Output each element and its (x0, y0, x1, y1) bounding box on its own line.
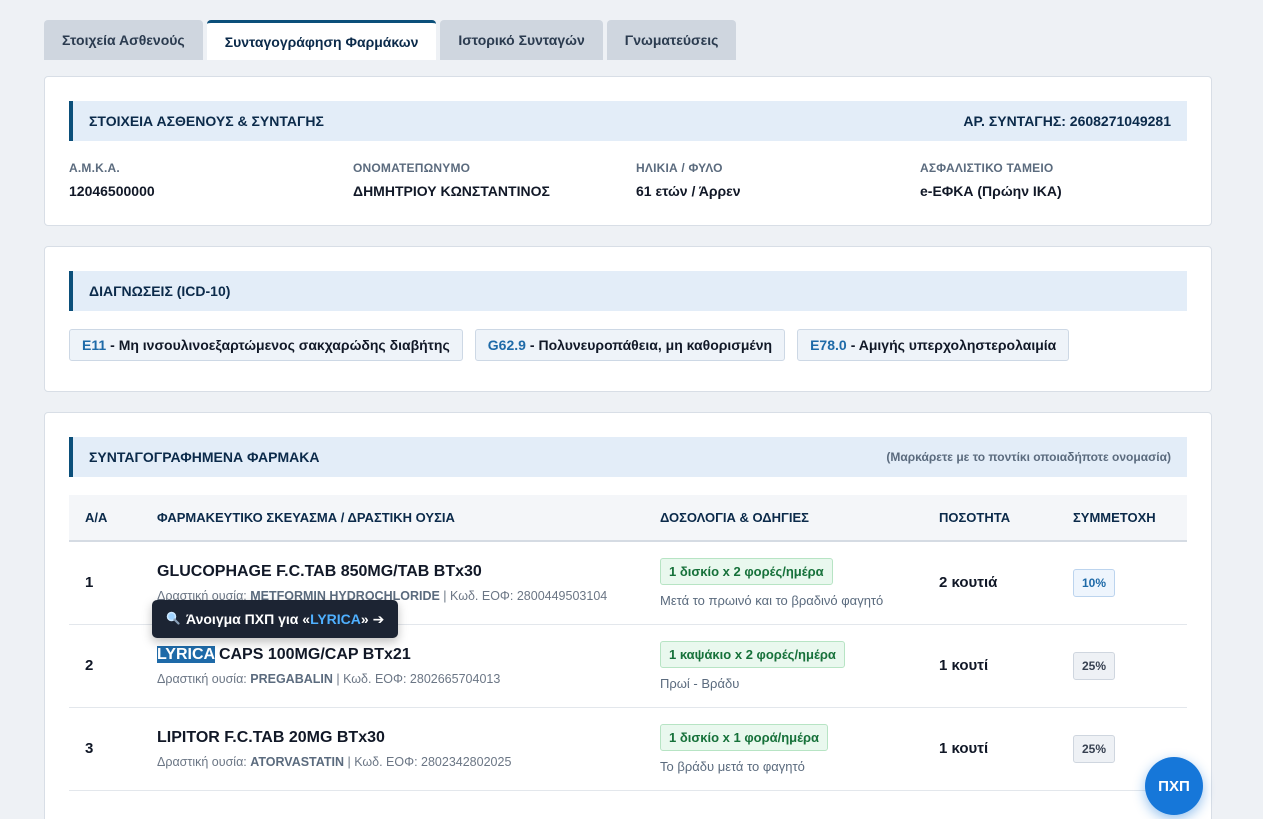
copay-badge: 25% (1073, 734, 1116, 763)
drug-name[interactable]: LIPITOR F.C.TAB 20MG BTx30 (157, 729, 628, 747)
field-value: 61 ετών / Άρρεν (636, 183, 741, 199)
field-amka: Α.Μ.Κ.Α. 12046500000 (69, 161, 155, 199)
patient-section-header: ΣΤΟΙΧΕΙΑ ΑΣΘΕΝΟΥΣ & ΣΥΝΤΑΓΗΣ ΑΡ. ΣΥΝΤΑΓΗ… (69, 101, 1187, 141)
tab-prescribing[interactable]: Συνταγογράφηση Φαρμάκων (206, 20, 437, 60)
patient-card: ΣΤΟΙΧΕΙΑ ΑΣΘΕΝΟΥΣ & ΣΥΝΤΑΓΗΣ ΑΡ. ΣΥΝΤΑΓΗ… (44, 76, 1212, 226)
field-value: 12046500000 (69, 183, 155, 199)
quantity: 1 κουτί (939, 739, 989, 757)
diagnosis-chip[interactable]: E78.0 - Αμιγής υπερχοληστερολαιμία (797, 329, 1070, 361)
drug-name[interactable]: GLUCOPHAGE F.C.TAB 850MG/TAB BTx30 (157, 563, 628, 581)
substance-label: Δραστική ουσία: (157, 754, 251, 769)
copay-badge: 25% (1073, 651, 1116, 680)
substance-label: Δραστική ουσία: (157, 671, 251, 686)
drug-substance-line: Δραστική ουσία: PREGABALIN | Κωδ. ΕΟΦ: 2… (157, 672, 628, 686)
selected-drug-text[interactable]: LYRICA (157, 645, 215, 663)
field-insurance: ΑΣΦΑΛΙΣΤΙΚΟ ΤΑΜΕΙΟ e-ΕΦΚΑ (Πρώην ΙΚΑ) (920, 161, 1062, 199)
field-label: ΑΣΦΑΛΙΣΤΙΚΟ ΤΑΜΕΙΟ (920, 161, 1054, 175)
column-header: ΣΥΜΜΕΤΟΧΗ (1073, 510, 1156, 525)
diagnosis-text: - Μη ινσουλινοεξαρτώμενος σακχαρώδης δια… (110, 337, 450, 353)
substance-name[interactable]: ATORVASTATIN (250, 755, 344, 769)
tab-prescription-history[interactable]: Ιστορικό Συνταγών (440, 20, 603, 60)
field-age-sex: ΗΛΙΚΙΑ / ΦΥΛΟ 61 ετών / Άρρεν (636, 161, 741, 199)
dosage-note: Μετά το πρωινό και το βραδινό φαγητό (660, 592, 884, 608)
copay-badge: 10% (1073, 568, 1116, 597)
drugs-section-title: ΣΥΝΤΑΓΟΓΡΑΦΗΜΕΝΑ ΦΑΡΜΑΚΑ (89, 449, 320, 465)
tooltip-text: Άνοιγμα ΠΧΠ για «LYRICA» ➔ (186, 611, 384, 628)
field-label: ΗΛΙΚΙΑ / ΦΥΛΟ (636, 161, 723, 175)
open-spc-tooltip[interactable]: Άνοιγμα ΠΧΠ για «LYRICA» ➔ (152, 600, 399, 638)
row-number: 1 (85, 573, 94, 591)
diagnosis-code: E78.0 (810, 337, 847, 353)
field-name: ΟΝΟΜΑΤΕΠΩΝΥΜΟ ΔΗΜΗΤΡΙΟΥ ΚΩΝΣΤΑΝΤΙΝΟΣ (353, 161, 550, 199)
tab-referrals[interactable]: Γνωματεύσεις (606, 20, 737, 60)
table-header-row: Α/Α ΦΑΡΜΑΚΕΥΤΙΚΟ ΣΚΕΥΑΣΜΑ / ΔΡΑΣΤΙΚΗ ΟΥΣ… (69, 495, 1187, 541)
diagnosis-code: G62.9 (487, 337, 526, 353)
quantity: 2 κουτιά (939, 573, 998, 591)
diagnosis-text: - Αμιγής υπερχοληστερολαιμία (850, 337, 1057, 353)
dosage-badge: 1 δισκίο x 2 φορές/ημέρα (660, 557, 833, 585)
diagnoses-section-title: ΔΙΑΓΝΩΣΕΙΣ (ICD-10) (89, 283, 231, 299)
substance-name[interactable]: PREGABALIN (250, 672, 333, 686)
diagnosis-code: E11 (82, 337, 107, 353)
column-header: ΔΟΣΟΛΟΓΙΑ & ΟΔΗΓΙΕΣ (660, 510, 809, 525)
column-header: ΠΟΣΟΤΗΤΑ (939, 510, 1011, 525)
column-header: Α/Α (85, 510, 108, 525)
drugs-section-hint: (Μαρκάρετε με το ποντίκι οποιαδήποτε ονο… (886, 450, 1171, 464)
tab-bar: Στοιχεία Ασθενούς Συνταγογράφηση Φαρμάκω… (44, 20, 737, 60)
field-label: Α.Μ.Κ.Α. (69, 161, 120, 175)
quantity: 1 κουτί (939, 656, 989, 674)
dosage-note: Το βράδυ μετά το φαγητό (660, 758, 805, 774)
diagnosis-chip[interactable]: E11 - Μη ινσουλινοεξαρτώμενος σακχαρώδης… (69, 329, 463, 361)
field-value: e-ΕΦΚΑ (Πρώην ΙΚΑ) (920, 183, 1062, 199)
eof-code: | Κωδ. ΕΟΦ: 2802342802025 (344, 754, 512, 769)
row-number: 3 (85, 739, 94, 757)
drug-name[interactable]: LYRICA CAPS 100MG/CAP BTx21 (157, 645, 628, 664)
eof-code: | Κωδ. ΕΟΦ: 2802665704013 (332, 671, 501, 686)
tab-patient-info[interactable]: Στοιχεία Ασθενούς (44, 20, 203, 60)
magnifier-icon (166, 611, 180, 628)
dosage-note: Πρωί - Βράδυ (660, 675, 740, 691)
diagnoses-section-header: ΔΙΑΓΝΩΣΕΙΣ (ICD-10) (69, 271, 1187, 311)
drugs-section-header: ΣΥΝΤΑΓΟΓΡΑΦΗΜΕΝΑ ΦΑΡΜΑΚΑ (Μαρκάρετε με τ… (69, 437, 1187, 477)
tooltip-term: LYRICA (310, 610, 361, 627)
column-header: ΦΑΡΜΑΚΕΥΤΙΚΟ ΣΚΕΥΑΣΜΑ / ΔΡΑΣΤΙΚΗ ΟΥΣΙΑ (157, 510, 455, 525)
diagnosis-chip[interactable]: G62.9 - Πολυνευροπάθεια, μη καθορισμένη (474, 329, 786, 361)
dosage-badge: 1 καψάκιο x 2 φορές/ημέρα (660, 640, 845, 668)
prescription-number: ΑΡ. ΣΥΝΤΑΓΗΣ: 2608271049281 (963, 113, 1171, 129)
diagnoses-list: E11 - Μη ινσουλινοεξαρτώμενος σακχαρώδης… (69, 329, 1070, 361)
drug-substance-line: Δραστική ουσία: ATORVASTATIN | Κωδ. ΕΟΦ:… (157, 755, 628, 769)
spc-fab-button[interactable]: ΠΧΠ (1145, 757, 1203, 815)
table-row: 3 LIPITOR F.C.TAB 20MG BTx30 Δραστική ου… (69, 707, 1187, 790)
diagnosis-text: - Πολυνευροπάθεια, μη καθορισμένη (529, 337, 773, 353)
dosage-badge: 1 δισκίο x 1 φορά/ημέρα (660, 723, 829, 751)
tooltip-suffix: » ➔ (360, 610, 385, 627)
drugs-table: Α/Α ΦΑΡΜΑΚΕΥΤΙΚΟ ΣΚΕΥΑΣΜΑ / ΔΡΑΣΤΙΚΗ ΟΥΣ… (69, 495, 1187, 791)
field-label: ΟΝΟΜΑΤΕΠΩΝΥΜΟ (353, 161, 471, 175)
tooltip-prefix: Άνοιγμα ΠΧΠ για « (186, 610, 311, 627)
row-number: 2 (85, 656, 94, 674)
patient-section-title: ΣΤΟΙΧΕΙΑ ΑΣΘΕΝΟΥΣ & ΣΥΝΤΑΓΗΣ (89, 113, 324, 129)
drug-name-rest: CAPS 100MG/CAP BTx21 (214, 645, 411, 663)
field-value: ΔΗΜΗΤΡΙΟΥ ΚΩΝΣΤΑΝΤΙΝΟΣ (353, 183, 550, 199)
eof-code: | Κωδ. ΕΟΦ: 2800449503104 (439, 588, 608, 603)
diagnoses-card: ΔΙΑΓΝΩΣΕΙΣ (ICD-10) E11 - Μη ινσουλινοεξ… (44, 246, 1212, 392)
